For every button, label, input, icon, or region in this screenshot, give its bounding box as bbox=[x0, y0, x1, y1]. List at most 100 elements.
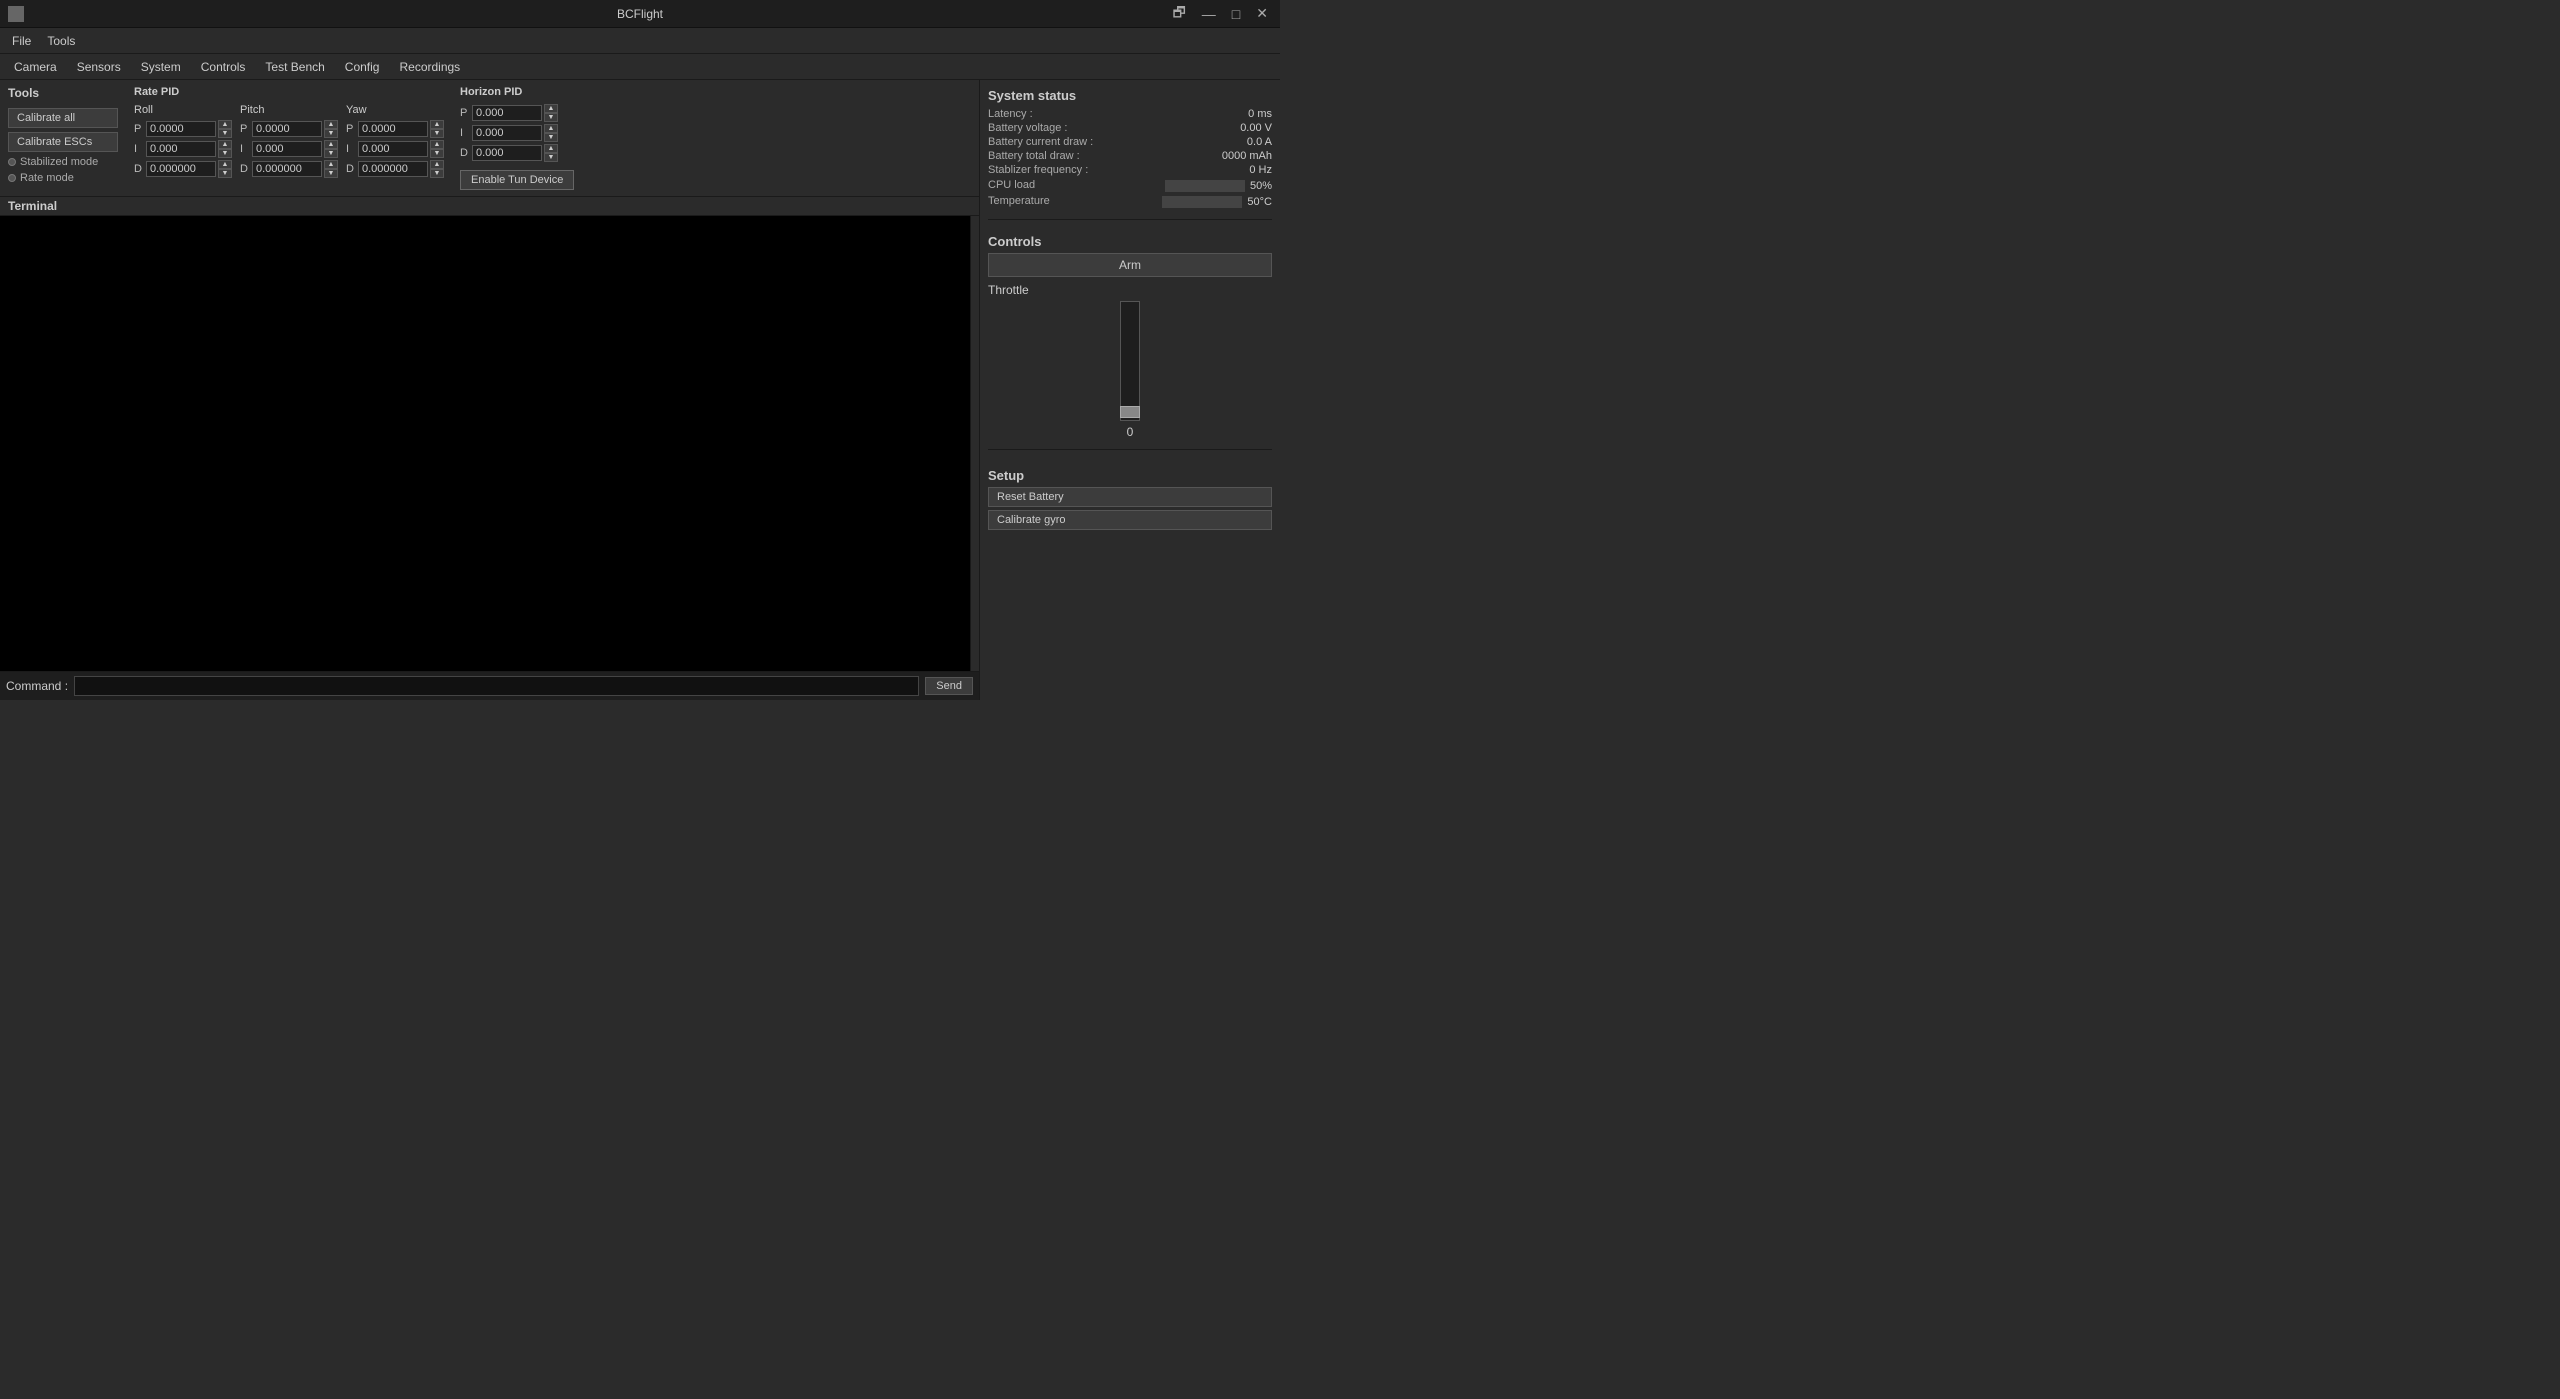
setup-title: Setup bbox=[988, 468, 1272, 483]
roll-p-input[interactable] bbox=[146, 121, 216, 137]
menu-file[interactable]: File bbox=[4, 32, 39, 50]
roll-d-input[interactable] bbox=[146, 161, 216, 177]
horizon-d-up[interactable]: ▲ bbox=[544, 144, 558, 153]
horizon-d-input[interactable] bbox=[472, 145, 542, 161]
roll-d-up[interactable]: ▲ bbox=[218, 160, 232, 169]
tab-controls[interactable]: Controls bbox=[191, 58, 256, 76]
pitch-col: Pitch P ▲ ▼ I bbox=[240, 104, 338, 178]
pitch-i-up[interactable]: ▲ bbox=[324, 140, 338, 149]
horizon-p-up[interactable]: ▲ bbox=[544, 104, 558, 113]
horizon-d-row: D ▲ ▼ bbox=[460, 144, 574, 162]
yaw-d-up[interactable]: ▲ bbox=[430, 160, 444, 169]
minimize-button[interactable]: — bbox=[1198, 2, 1220, 26]
horizon-i-label: I bbox=[460, 127, 470, 139]
tab-recordings[interactable]: Recordings bbox=[389, 58, 470, 76]
horizon-d-down[interactable]: ▼ bbox=[544, 153, 558, 162]
maximize-button[interactable]: □ bbox=[1228, 2, 1244, 26]
yaw-i-up[interactable]: ▲ bbox=[430, 140, 444, 149]
horizon-i-up[interactable]: ▲ bbox=[544, 124, 558, 133]
close-button[interactable]: ✕ bbox=[1252, 2, 1272, 26]
pitch-p-up[interactable]: ▲ bbox=[324, 120, 338, 129]
roll-i-down[interactable]: ▼ bbox=[218, 149, 232, 158]
rate-mode-label: Rate mode bbox=[20, 172, 74, 184]
titlebar: BCFlight 🗗 — □ ✕ bbox=[0, 0, 1280, 28]
pitch-i-input[interactable] bbox=[252, 141, 322, 157]
yaw-i-down[interactable]: ▼ bbox=[430, 149, 444, 158]
horizon-p-spinner: ▲ ▼ bbox=[544, 104, 558, 122]
controls-title: Controls bbox=[988, 234, 1272, 249]
arm-button[interactable]: Arm bbox=[988, 253, 1272, 277]
stabilized-mode-dot bbox=[8, 158, 16, 166]
yaw-header: Yaw bbox=[346, 104, 444, 116]
yaw-p-down[interactable]: ▼ bbox=[430, 129, 444, 138]
cpu-load-bar-container: 50% bbox=[1165, 178, 1272, 192]
tab-camera[interactable]: Camera bbox=[4, 58, 67, 76]
pitch-d-up[interactable]: ▲ bbox=[324, 160, 338, 169]
horizon-p-input[interactable] bbox=[472, 105, 542, 121]
rate-pid-title: Rate PID bbox=[134, 86, 444, 98]
yaw-p-up[interactable]: ▲ bbox=[430, 120, 444, 129]
pitch-d-spinner: ▲ ▼ bbox=[324, 160, 338, 178]
yaw-i-input[interactable] bbox=[358, 141, 428, 157]
roll-header: Roll bbox=[134, 104, 232, 116]
restore-button[interactable]: 🗗 bbox=[1169, 2, 1190, 26]
stabilizer-freq-key: Stablizer frequency : bbox=[988, 164, 1088, 176]
command-input[interactable] bbox=[74, 676, 919, 696]
horizon-pid-title: Horizon PID bbox=[460, 86, 574, 98]
pitch-i-down[interactable]: ▼ bbox=[324, 149, 338, 158]
throttle-label: Throttle bbox=[988, 283, 1272, 297]
yaw-d-input[interactable] bbox=[358, 161, 428, 177]
horizon-i-down[interactable]: ▼ bbox=[544, 133, 558, 142]
tab-system[interactable]: System bbox=[131, 58, 191, 76]
horizon-pid: Horizon PID P ▲ ▼ I ▲ bbox=[460, 86, 574, 190]
calibrate-all-button[interactable]: Calibrate all bbox=[8, 108, 118, 128]
pitch-header: Pitch bbox=[240, 104, 338, 116]
send-button[interactable]: Send bbox=[925, 677, 973, 695]
roll-i-label: I bbox=[134, 143, 144, 155]
terminal-area[interactable] bbox=[0, 216, 971, 671]
throttle-slider-container: 0 bbox=[988, 301, 1272, 439]
temperature-bar-bg bbox=[1162, 196, 1242, 208]
setup-section: Setup Reset Battery Calibrate gyro bbox=[988, 468, 1272, 533]
horizon-p-down[interactable]: ▼ bbox=[544, 113, 558, 122]
menu-tools[interactable]: Tools bbox=[39, 32, 83, 50]
terminal-scrollbar[interactable] bbox=[971, 216, 979, 671]
pitch-p-input[interactable] bbox=[252, 121, 322, 137]
enable-tun-device-button[interactable]: Enable Tun Device bbox=[460, 170, 574, 190]
roll-i-up[interactable]: ▲ bbox=[218, 140, 232, 149]
battery-current-key: Battery current draw : bbox=[988, 136, 1093, 148]
rate-mode-item[interactable]: Rate mode bbox=[8, 172, 118, 184]
roll-p-down[interactable]: ▼ bbox=[218, 129, 232, 138]
throttle-slider-thumb[interactable] bbox=[1120, 406, 1140, 418]
roll-d-down[interactable]: ▼ bbox=[218, 169, 232, 178]
temperature-bar-container: 50°C bbox=[1162, 194, 1272, 208]
tab-sensors[interactable]: Sensors bbox=[67, 58, 131, 76]
horizon-i-row: I ▲ ▼ bbox=[460, 124, 574, 142]
calibrate-escs-button[interactable]: Calibrate ESCs bbox=[8, 132, 118, 152]
stabilized-mode-item[interactable]: Stabilized mode bbox=[8, 156, 118, 168]
horizon-i-input[interactable] bbox=[472, 125, 542, 141]
throttle-slider-track[interactable] bbox=[1120, 301, 1140, 421]
reset-battery-button[interactable]: Reset Battery bbox=[988, 487, 1272, 507]
pitch-d-input[interactable] bbox=[252, 161, 322, 177]
rate-mode-dot bbox=[8, 174, 16, 182]
pitch-d-down[interactable]: ▼ bbox=[324, 169, 338, 178]
horizon-i-spinner: ▲ ▼ bbox=[544, 124, 558, 142]
roll-p-spinner: ▲ ▼ bbox=[218, 120, 232, 138]
system-status-section: System status Latency : 0 ms Battery vol… bbox=[988, 88, 1272, 209]
tab-testbench[interactable]: Test Bench bbox=[255, 58, 334, 76]
calibrate-gyro-button[interactable]: Calibrate gyro bbox=[988, 510, 1272, 530]
yaw-p-input[interactable] bbox=[358, 121, 428, 137]
pitch-p-down[interactable]: ▼ bbox=[324, 129, 338, 138]
roll-p-up[interactable]: ▲ bbox=[218, 120, 232, 129]
yaw-p-label: P bbox=[346, 123, 356, 135]
roll-p-row: P ▲ ▼ bbox=[134, 120, 232, 138]
divider-1 bbox=[988, 219, 1272, 220]
terminal-label: Terminal bbox=[0, 197, 979, 216]
pitch-i-row: I ▲ ▼ bbox=[240, 140, 338, 158]
tab-config[interactable]: Config bbox=[335, 58, 390, 76]
app-logo bbox=[8, 6, 24, 22]
yaw-d-down[interactable]: ▼ bbox=[430, 169, 444, 178]
roll-i-input[interactable] bbox=[146, 141, 216, 157]
yaw-p-spinner: ▲ ▼ bbox=[430, 120, 444, 138]
